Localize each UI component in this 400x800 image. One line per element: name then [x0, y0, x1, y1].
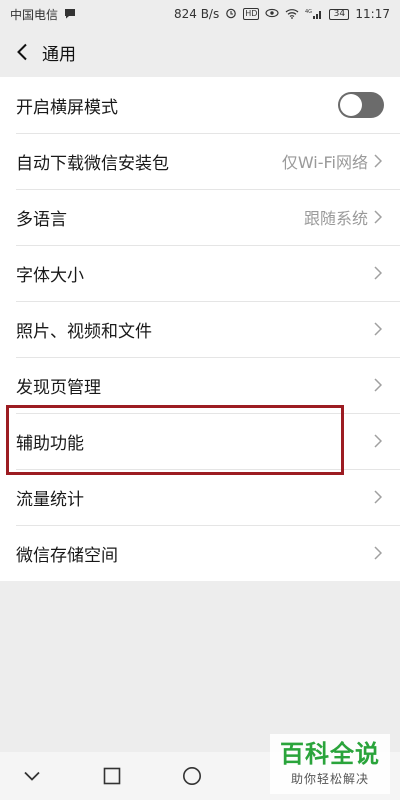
nav-bar: 通用 — [0, 28, 400, 76]
network-type: 4G — [305, 9, 312, 15]
back-arrow-icon[interactable] — [4, 28, 40, 76]
hd-badge: HD — [243, 8, 260, 20]
chevron-right-icon — [374, 433, 384, 449]
row-label: 辅助功能 — [16, 433, 84, 454]
storage-row[interactable]: 微信存储空间 — [0, 525, 400, 581]
row-label: 开启横屏模式 — [16, 97, 118, 118]
media-files-row[interactable]: 照片、视频和文件 — [0, 301, 400, 357]
font-size-row[interactable]: 字体大小 — [0, 245, 400, 301]
row-label: 照片、视频和文件 — [16, 321, 152, 342]
nav-home-button[interactable] — [72, 752, 152, 800]
chevron-right-icon — [374, 265, 384, 281]
row-label: 发现页管理 — [16, 377, 101, 398]
accessibility-row[interactable]: 辅助功能 — [0, 413, 400, 469]
settings-list: 开启横屏模式 自动下载微信安装包 仅Wi-Fi网络 多语言 跟随系统 字体大小 … — [0, 77, 400, 581]
page-title: 通用 — [42, 44, 76, 65]
status-bar: 中国电信 824 B/s HD 4G 34 11:17 — [0, 0, 400, 28]
row-value: 跟随系统 — [303, 209, 368, 228]
discover-manage-row[interactable]: 发现页管理 — [0, 357, 400, 413]
status-right: 824 B/s HD 4G 34 11:17 — [174, 7, 390, 21]
chevron-right-icon — [374, 377, 384, 393]
eye-comfort-icon — [265, 8, 279, 20]
row-label: 微信存储空间 — [16, 545, 118, 566]
data-usage-row[interactable]: 流量统计 — [0, 469, 400, 525]
chevron-right-icon — [374, 209, 384, 225]
circle-icon — [183, 767, 201, 785]
watermark-title: 百科全说 — [280, 740, 380, 769]
landscape-mode-toggle[interactable] — [338, 92, 384, 118]
chevron-right-icon — [374, 489, 384, 505]
status-left: 中国电信 — [10, 6, 76, 23]
square-icon — [103, 767, 121, 785]
clock: 11:17 — [355, 7, 390, 21]
carrier-name: 中国电信 — [10, 7, 59, 22]
wifi-icon — [285, 8, 299, 21]
chevron-down-icon — [24, 771, 40, 781]
row-label: 自动下载微信安装包 — [16, 153, 169, 174]
language-row[interactable]: 多语言 跟随系统 — [0, 189, 400, 245]
message-icon — [64, 8, 76, 21]
toggle-knob — [340, 94, 362, 116]
alarm-icon — [225, 7, 237, 21]
signal-icon: 4G — [305, 8, 323, 21]
battery-level: 34 — [329, 8, 350, 20]
chevron-right-icon — [374, 153, 384, 169]
chevron-right-icon — [374, 545, 384, 561]
watermark-subtitle: 助你轻松解决 — [290, 771, 369, 786]
row-value: 仅Wi-Fi网络 — [281, 153, 368, 172]
row-label: 多语言 — [16, 209, 67, 230]
chevron-right-icon — [374, 321, 384, 337]
row-label: 字体大小 — [16, 265, 84, 286]
nav-back-button[interactable] — [0, 752, 72, 800]
landscape-mode-row: 开启横屏模式 — [0, 77, 400, 133]
nav-recents-button[interactable] — [152, 752, 232, 800]
watermark-logo: 百科全说 助你轻松解决 — [270, 734, 390, 794]
auto-download-row[interactable]: 自动下载微信安装包 仅Wi-Fi网络 — [0, 133, 400, 189]
network-speed: 824 B/s — [173, 7, 220, 21]
row-label: 流量统计 — [16, 489, 84, 510]
